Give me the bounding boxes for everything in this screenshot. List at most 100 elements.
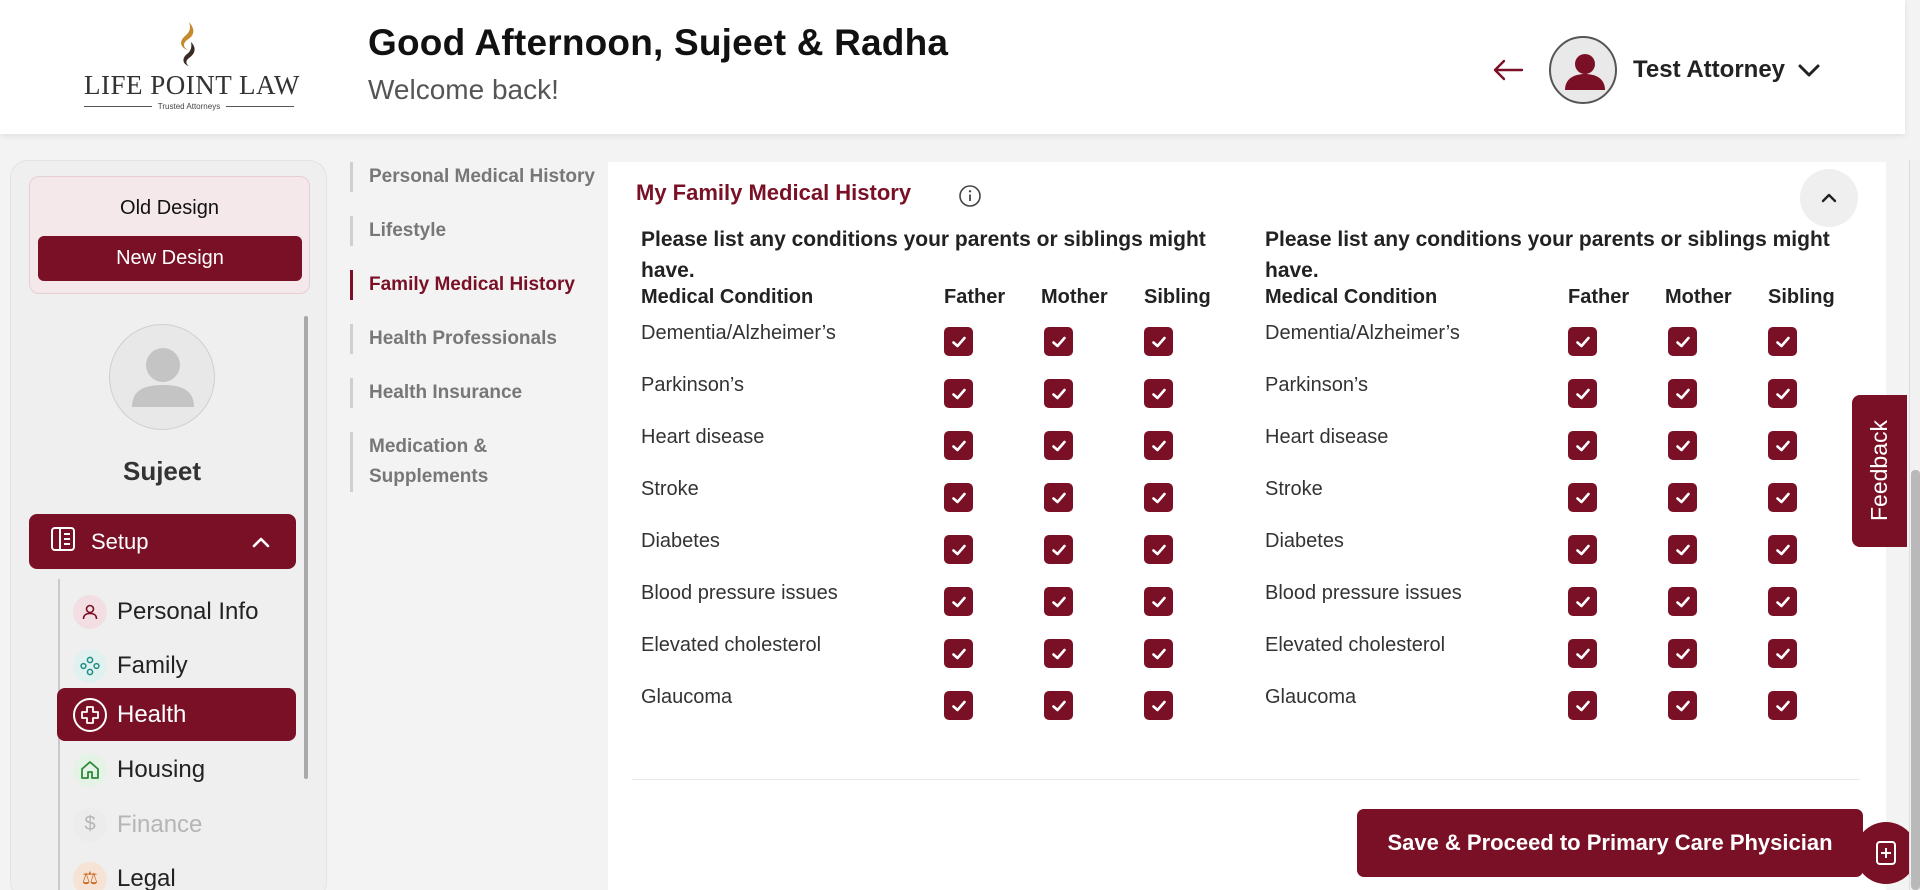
legal-icon: ⚖ — [73, 861, 107, 890]
setup-book-icon — [49, 525, 77, 558]
sibling-checkbox[interactable] — [1144, 587, 1173, 616]
subnav-item-family-medical-history[interactable]: Family Medical History — [350, 270, 605, 300]
sibling-checkbox[interactable] — [1144, 483, 1173, 512]
new-design-button[interactable]: New Design — [38, 236, 302, 281]
condition-label: Stroke — [641, 478, 699, 500]
page-scrollbar-thumb[interactable] — [1911, 470, 1920, 890]
subnav-item-medication-supplements[interactable]: Medication & Supplements — [350, 432, 580, 492]
panel-title: My Family Medical History — [636, 180, 912, 205]
grid-header: Medical Condition Father Mother Sibling — [1265, 286, 1835, 308]
setup-label: Setup — [91, 528, 149, 554]
mother-checkbox[interactable] — [1668, 379, 1697, 408]
condition-label: Stroke — [1265, 478, 1323, 500]
grid-prompt: Please list any conditions your parents … — [1265, 228, 1830, 282]
house-icon — [73, 752, 107, 787]
info-icon[interactable] — [958, 184, 982, 208]
calculator-icon[interactable] — [1855, 822, 1917, 884]
sibling-checkbox[interactable] — [1768, 535, 1797, 564]
old-design-option[interactable]: Old Design — [30, 197, 309, 220]
father-checkbox[interactable] — [1568, 639, 1597, 668]
father-checkbox[interactable] — [1568, 483, 1597, 512]
father-checkbox[interactable] — [1568, 327, 1597, 356]
flame-logo-icon — [181, 22, 195, 66]
mother-checkbox[interactable] — [1668, 483, 1697, 512]
chevron-down-icon[interactable] — [1796, 58, 1822, 84]
father-checkbox[interactable] — [944, 535, 973, 564]
left-arrow-icon[interactable] — [1490, 52, 1526, 88]
mother-checkbox[interactable] — [1668, 327, 1697, 356]
mother-checkbox[interactable] — [1044, 691, 1073, 720]
subnav-item-health-insurance[interactable]: Health Insurance — [350, 378, 605, 408]
user-avatar[interactable] — [1549, 36, 1617, 104]
setup-section-toggle[interactable]: Setup — [29, 514, 296, 569]
condition-row: Elevated cholesterol — [641, 632, 1241, 684]
condition-row: Heart disease — [641, 424, 1241, 476]
mother-checkbox[interactable] — [1668, 431, 1697, 460]
mother-checkbox[interactable] — [1044, 327, 1073, 356]
subnav-item-personal-medical-history[interactable]: Personal Medical History — [350, 162, 605, 192]
sibling-checkbox[interactable] — [1768, 587, 1797, 616]
feedback-label: Feedback — [1866, 420, 1892, 522]
greeting-subtitle: Welcome back! — [368, 74, 559, 105]
father-checkbox[interactable] — [944, 483, 973, 512]
mother-checkbox[interactable] — [1668, 691, 1697, 720]
sibling-checkbox[interactable] — [1144, 379, 1173, 408]
mother-checkbox[interactable] — [1668, 587, 1697, 616]
collapse-section-button[interactable] — [1800, 169, 1858, 227]
condition-label: Dementia/Alzheimer’s — [641, 322, 836, 344]
sibling-checkbox[interactable] — [1768, 483, 1797, 512]
sibling-checkbox[interactable] — [1144, 535, 1173, 564]
family-medical-history-panel: My Family Medical History Please list an… — [608, 162, 1886, 890]
sidebar-item-personal-info[interactable]: Personal Info — [57, 585, 296, 638]
condition-row: Parkinson’s — [1265, 372, 1865, 424]
father-checkbox[interactable] — [944, 327, 973, 356]
father-checkbox[interactable] — [1568, 431, 1597, 460]
mother-checkbox[interactable] — [1044, 535, 1073, 564]
father-checkbox[interactable] — [944, 431, 973, 460]
subnav-item-lifestyle[interactable]: Lifestyle — [350, 216, 605, 246]
mother-checkbox[interactable] — [1044, 379, 1073, 408]
sibling-checkbox[interactable] — [1768, 431, 1797, 460]
condition-row: Blood pressure issues — [641, 580, 1241, 632]
sibling-checkbox[interactable] — [1144, 327, 1173, 356]
mother-checkbox[interactable] — [1044, 431, 1073, 460]
sibling-checkbox[interactable] — [1144, 431, 1173, 460]
brand-logo[interactable]: LIFE POINT LAW Trusted Attorneys — [84, 20, 299, 112]
father-checkbox[interactable] — [1568, 587, 1597, 616]
condition-label: Diabetes — [641, 530, 720, 552]
subnav-item-health-professionals[interactable]: Health Professionals — [350, 324, 605, 354]
father-checkbox[interactable] — [944, 587, 973, 616]
sidebar-item-legal[interactable]: ⚖ Legal — [57, 852, 296, 890]
sibling-checkbox[interactable] — [1768, 327, 1797, 356]
sibling-checkbox[interactable] — [1144, 691, 1173, 720]
sibling-checkbox[interactable] — [1768, 691, 1797, 720]
condition-label: Diabetes — [1265, 530, 1344, 552]
sidebar-item-housing[interactable]: Housing — [57, 743, 296, 796]
sidebar-item-health[interactable]: Health — [57, 688, 296, 741]
father-checkbox[interactable] — [944, 639, 973, 668]
user-name[interactable]: Test Attorney — [1633, 56, 1785, 84]
condition-label: Heart disease — [1265, 426, 1389, 448]
condition-label: Glaucoma — [641, 686, 733, 708]
sibling-checkbox[interactable] — [1768, 379, 1797, 408]
sidebar-item-finance[interactable]: $ Finance — [57, 798, 296, 851]
father-checkbox[interactable] — [1568, 535, 1597, 564]
mother-checkbox[interactable] — [1044, 639, 1073, 668]
father-checkbox[interactable] — [1568, 691, 1597, 720]
condition-row: Stroke — [1265, 476, 1865, 528]
save-proceed-button[interactable]: Save & Proceed to Primary Care Physician — [1357, 809, 1863, 877]
mother-checkbox[interactable] — [1668, 535, 1697, 564]
condition-row: Dementia/Alzheimer’s — [641, 320, 1241, 372]
father-checkbox[interactable] — [944, 379, 973, 408]
mother-checkbox[interactable] — [1668, 639, 1697, 668]
dollar-icon: $ — [73, 807, 107, 842]
sidebar-item-family[interactable]: Family — [57, 639, 296, 692]
sibling-checkbox[interactable] — [1144, 639, 1173, 668]
father-checkbox[interactable] — [1568, 379, 1597, 408]
sidebar-scrollbar[interactable] — [304, 316, 308, 779]
feedback-tab[interactable]: Feedback — [1852, 395, 1907, 547]
mother-checkbox[interactable] — [1044, 587, 1073, 616]
mother-checkbox[interactable] — [1044, 483, 1073, 512]
father-checkbox[interactable] — [944, 691, 973, 720]
sibling-checkbox[interactable] — [1768, 639, 1797, 668]
